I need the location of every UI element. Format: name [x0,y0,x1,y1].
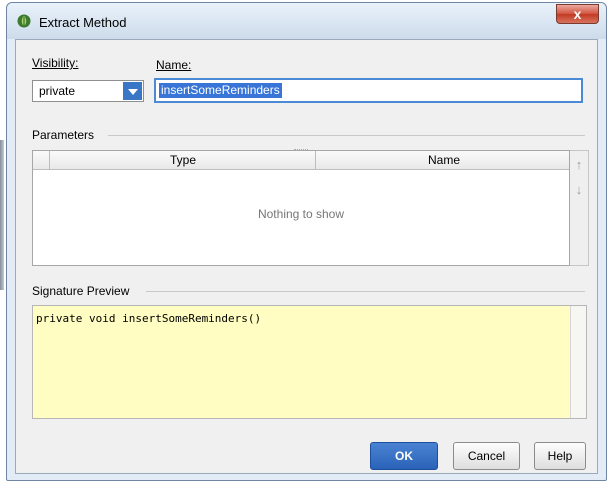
cancel-button[interactable]: Cancel [453,442,520,470]
visibility-select[interactable]: private [32,80,144,102]
help-button[interactable]: Help [534,442,586,470]
method-name-input[interactable]: insertSomeReminders [154,78,583,103]
dialog-title: Extract Method [39,15,127,30]
parameter-move-buttons: ↑ ↓ [570,150,589,266]
column-header-name[interactable]: Name [428,153,460,167]
app-icon [17,14,31,28]
visibility-value: private [39,84,76,98]
table-header: Type Name [33,151,569,170]
parameters-label: Parameters [32,128,95,142]
column-divider [315,151,316,169]
empty-table-text: Nothing to show [257,207,345,221]
parameters-separator [108,135,585,136]
arrow-up-icon[interactable]: ↑ [574,158,584,171]
signature-preview-text: private void insertSomeReminders() [36,312,262,325]
arrow-down-icon[interactable]: ↓ [574,183,584,196]
extract-method-dialog: Extract Method x Visibility: Name: priva… [6,2,607,481]
ok-button[interactable]: OK [370,442,438,470]
signature-separator [146,291,585,292]
chevron-down-icon[interactable] [123,82,142,100]
dialog-content: Visibility: Name: private insertSomeRemi… [15,39,598,474]
resize-grip[interactable] [294,149,308,152]
signature-preview[interactable]: private void insertSomeReminders() [32,305,587,419]
parameters-table[interactable]: Type Name Nothing to show [32,150,570,266]
visibility-label: Visibility: [32,56,79,70]
close-button[interactable]: x [556,4,599,24]
background-edge [0,140,4,290]
title-bar[interactable]: Extract Method x [7,3,606,39]
method-name-value: insertSomeReminders [159,83,282,98]
signature-preview-label: Signature Preview [32,284,130,298]
column-divider [49,151,50,169]
column-header-type[interactable]: Type [170,153,196,167]
name-label: Name: [156,58,192,72]
preview-scrollbar[interactable] [570,306,586,418]
